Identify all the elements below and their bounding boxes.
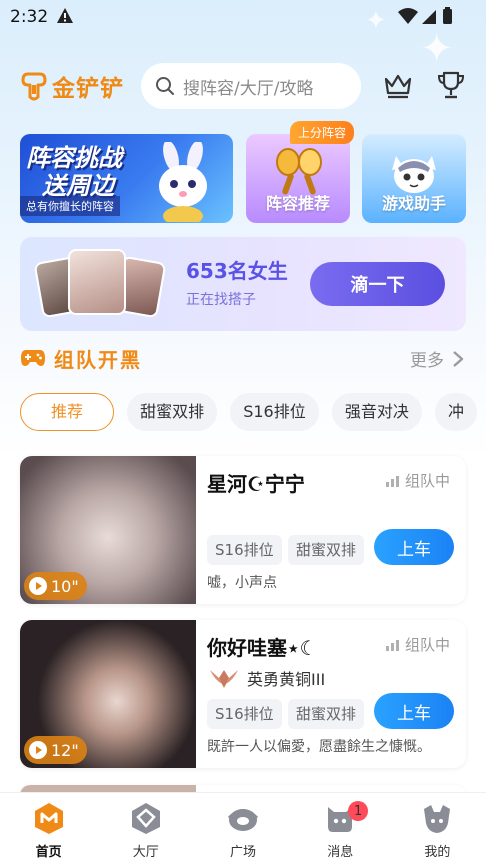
signal-icon [422, 10, 436, 24]
user-name: 你好哇塞⋆☾ [207, 636, 318, 660]
play-icon [29, 741, 47, 759]
section-title: 组队开黑 [54, 347, 142, 372]
tag: 甜蜜双排 [288, 535, 365, 565]
warning-icon [57, 8, 73, 23]
chip-strong-voice[interactable]: 强音对决 [331, 393, 422, 431]
nav-label: 消息 [327, 845, 354, 860]
nav-label: 广场 [230, 845, 257, 860]
ranking-lineup-badge: 上分阵容 [290, 121, 355, 144]
chevron-right-icon [453, 350, 464, 367]
status-time: 2:32 [10, 7, 49, 27]
match-card[interactable]: 653名女生 正在找搭子 滴一下 [20, 237, 466, 331]
rank-badge: 英勇黄铜III [207, 666, 325, 690]
signal-bars-icon [385, 639, 399, 651]
app-logo[interactable]: 金铲铲 [20, 70, 124, 102]
crown-icon[interactable] [383, 70, 413, 100]
match-subtitle: 正在找搭子 [186, 292, 256, 308]
team-status: 组队中 [385, 634, 450, 655]
battery-icon [443, 9, 452, 24]
voice-duration[interactable]: 12" [24, 736, 87, 764]
tile-label: 阵容推荐 [265, 194, 330, 213]
app-name: 金铲铲 [52, 76, 124, 102]
lineup-recommend-tile[interactable]: 阵容推荐 [246, 134, 350, 223]
tag: S16排位 [207, 699, 282, 729]
tag: 甜蜜双排 [288, 699, 365, 729]
ping-button[interactable]: 滴一下 [310, 262, 445, 306]
search-input[interactable]: 搜阵容/大厅/攻略 [141, 63, 361, 109]
nav-hall[interactable]: 大厅 [97, 793, 194, 864]
shovel-logo-icon [21, 72, 47, 101]
user-signature: 嘘，小声点 [207, 575, 277, 591]
chip-recommend[interactable]: 推荐 [20, 393, 115, 431]
chip-s16-ranked[interactable]: S16排位 [230, 393, 319, 431]
bottom-nav: 首页 大厅 广场 消息 1 我的 [0, 792, 486, 864]
user-signature: 既許一人以偏愛，愿盡餘生之慷慨。 [207, 739, 431, 755]
girls-count: 653名女生 [186, 259, 288, 283]
nav-home[interactable]: 首页 [0, 793, 97, 864]
search-icon [156, 77, 174, 95]
banner-caption: 总有你擅长的阵容 [20, 196, 120, 216]
profile-icon [424, 805, 451, 833]
more-label: 更多 [410, 351, 444, 371]
status-bar: 2:32 [0, 0, 486, 34]
team-status: 组队中 [385, 470, 450, 491]
nav-label: 首页 [35, 845, 62, 860]
board-button[interactable]: 上车 [374, 529, 454, 565]
nav-label: 大厅 [132, 845, 159, 860]
nav-profile[interactable]: 我的 [389, 793, 486, 864]
nav-label: 我的 [424, 845, 451, 860]
chip-sweet-duo[interactable]: 甜蜜双排 [127, 393, 218, 431]
rank-text: 英勇黄铜III [247, 670, 326, 689]
plaza-icon [227, 809, 259, 831]
duration-text: 12" [51, 740, 79, 760]
tile-label: 游戏助手 [381, 194, 446, 213]
home-icon [34, 803, 63, 834]
chip-rush[interactable]: 冲 [434, 393, 477, 431]
more-link[interactable]: 更多 [410, 346, 464, 371]
voice-duration[interactable]: 10" [24, 572, 87, 600]
search-placeholder: 搜阵容/大厅/攻略 [183, 78, 314, 99]
signal-bars-icon [385, 475, 399, 487]
duration-text: 10" [51, 576, 79, 596]
bunny-mascot-icon [159, 142, 207, 222]
nav-plaza[interactable]: 广场 [194, 793, 291, 864]
game-assistant-tile[interactable]: 游戏助手 [362, 134, 466, 223]
section-header: 组队开黑 [20, 342, 142, 374]
challenge-banner[interactable]: 阵容挑战 送周边 总有你擅长的阵容 [20, 134, 233, 223]
hall-icon [131, 803, 160, 834]
team-card[interactable]: 12" 你好哇塞⋆☾ 组队中 英勇黄铜III S16排位 甜蜜双排 上车 既許一… [20, 620, 466, 768]
bronze-rank-icon [210, 670, 238, 688]
status-text: 组队中 [404, 472, 450, 490]
board-button[interactable]: 上车 [374, 693, 454, 729]
avatar-photo [68, 249, 126, 315]
user-name: 星河☪宁宁 [207, 472, 305, 496]
trophy-icon[interactable] [436, 70, 466, 100]
team-card[interactable]: 10" 星河☪宁宁 组队中 S16排位 甜蜜双排 上车 嘘，小声点 [20, 456, 466, 604]
status-text: 组队中 [404, 636, 450, 654]
unread-badge: 1 [348, 801, 369, 821]
wifi-icon [398, 8, 418, 24]
gamepad-icon [21, 350, 45, 366]
tag: S16排位 [207, 535, 282, 565]
play-icon [29, 577, 47, 595]
filter-chips: 推荐 甜蜜双排 S16排位 强音对决 冲 [20, 393, 486, 433]
system-status-icons [398, 7, 452, 24]
nav-messages[interactable]: 消息 1 [292, 793, 389, 864]
